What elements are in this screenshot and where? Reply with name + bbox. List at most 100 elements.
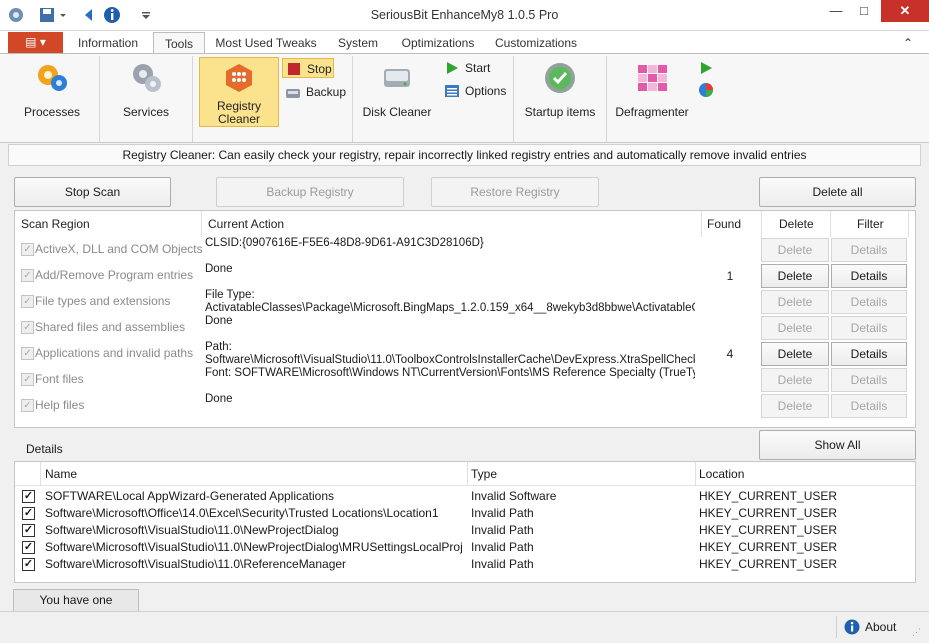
- header-location[interactable]: Location: [699, 462, 744, 486]
- options-label: Options: [465, 84, 507, 98]
- collapse-ribbon-icon[interactable]: ⌃: [898, 35, 918, 53]
- customize-icon[interactable]: [140, 6, 152, 24]
- row-delete-button[interactable]: Delete: [761, 316, 829, 340]
- defrag-start-icon[interactable]: [698, 60, 714, 76]
- resize-grip-icon[interactable]: ⋰: [912, 626, 924, 638]
- info-icon[interactable]: [103, 6, 121, 24]
- details-row[interactable]: ✓ SOFTWARE\Local AppWizard-Generated Appl…: [15, 488, 915, 505]
- details-row-name: Software\Microsoft\Office\14.0\Excel\Sec…: [45, 506, 439, 520]
- file-menu-button[interactable]: ▤ ▾: [8, 32, 63, 53]
- row-details-button[interactable]: Details: [831, 264, 907, 288]
- scan-region-checkbox[interactable]: ✓: [21, 399, 34, 412]
- details-row[interactable]: ✓ Software\Microsoft\VisualStudio\11.0\Ne…: [15, 539, 915, 556]
- tab-most-used-tweaks[interactable]: Most Used Tweaks: [212, 35, 320, 53]
- scan-region-checkbox[interactable]: ✓: [21, 347, 34, 360]
- details-row-checkbox[interactable]: ✓: [22, 490, 35, 503]
- details-row-name: Software\Microsoft\VisualStudio\11.0\New…: [45, 523, 339, 537]
- defrag-analyze-icon[interactable]: [698, 82, 714, 98]
- back-icon[interactable]: [80, 6, 98, 24]
- row-details-button[interactable]: Details: [831, 290, 907, 314]
- row-delete-button[interactable]: Delete: [761, 264, 829, 288]
- row-delete-button[interactable]: Delete: [761, 368, 829, 392]
- tab-tools[interactable]: Tools: [153, 32, 205, 54]
- options-button[interactable]: Options: [441, 81, 507, 101]
- details-row-checkbox[interactable]: ✓: [22, 524, 35, 537]
- services-button[interactable]: Services: [104, 58, 188, 140]
- defragmenter-button[interactable]: Defragmenter: [612, 58, 692, 140]
- stop-scan-button[interactable]: Stop Scan: [14, 177, 171, 207]
- scan-region-name: Help files: [35, 398, 85, 412]
- details-row-checkbox[interactable]: ✓: [22, 541, 35, 554]
- show-all-button[interactable]: Show All: [759, 430, 916, 460]
- header-name[interactable]: Name: [45, 462, 77, 486]
- row-details-button[interactable]: Details: [831, 238, 907, 262]
- scan-region-checkbox[interactable]: ✓: [21, 321, 34, 334]
- details-row-type: Invalid Path: [471, 506, 534, 520]
- dropdown-icon[interactable]: [58, 6, 68, 24]
- current-action-text: Done: [205, 393, 233, 405]
- current-action-detail: Software\Microsoft\VisualStudio\11.0\Too…: [205, 354, 695, 366]
- tab-optimizations[interactable]: Optimizations: [396, 35, 480, 53]
- row-delete-button[interactable]: Delete: [761, 290, 829, 314]
- details-row-checkbox[interactable]: ✓: [22, 558, 35, 571]
- column-divider: [695, 462, 696, 486]
- header-type[interactable]: Type: [471, 462, 497, 486]
- about-button[interactable]: About: [844, 616, 904, 638]
- delete-all-button[interactable]: Delete all: [759, 177, 916, 207]
- processes-label: Processes: [23, 105, 81, 119]
- details-row-type: Invalid Path: [471, 523, 534, 537]
- save-icon[interactable]: [38, 6, 56, 24]
- stop-button[interactable]: Stop: [282, 58, 334, 78]
- close-button[interactable]: ✕: [881, 0, 929, 22]
- scan-region-checkbox[interactable]: ✓: [21, 295, 34, 308]
- details-row-checkbox[interactable]: ✓: [22, 507, 35, 520]
- current-action-text: Done: [205, 315, 233, 327]
- scan-region-name: File types and extensions: [35, 294, 171, 308]
- row-details-button[interactable]: Details: [831, 368, 907, 392]
- disk-cleaner-icon: [384, 69, 410, 87]
- details-row[interactable]: ✓ Software\Microsoft\VisualStudio\11.0\Re…: [15, 556, 915, 573]
- startup-items-button[interactable]: Startup items: [518, 58, 602, 140]
- current-action-text: Font: SOFTWARE\Microsoft\Windows NT\Curr…: [205, 367, 695, 379]
- tab-information[interactable]: Information: [70, 35, 146, 53]
- backup-registry-button[interactable]: Backup Registry: [216, 177, 404, 207]
- description-bar: Registry Cleaner: Can easily check your …: [8, 144, 921, 166]
- column-divider: [830, 211, 831, 237]
- tab-system[interactable]: System: [330, 35, 386, 53]
- row-details-button[interactable]: Details: [831, 342, 907, 366]
- maximize-button[interactable]: □: [850, 0, 878, 22]
- column-divider: [40, 462, 41, 486]
- registry-cleaner-button[interactable]: Registry Cleaner: [199, 57, 279, 127]
- start-button[interactable]: Start: [441, 58, 493, 78]
- scan-region-name: ActiveX, DLL and COM Objects: [35, 242, 203, 256]
- services-label: Services: [122, 105, 169, 119]
- scan-region-checkbox[interactable]: ✓: [21, 243, 34, 256]
- scan-row: ✓ File types and extensions File Type: Acti…: [15, 289, 915, 315]
- ribbon-separator: [513, 56, 514, 142]
- row-details-button[interactable]: Details: [831, 394, 907, 418]
- details-row-name: SOFTWARE\Local AppWizard-Generated Appli…: [45, 489, 335, 503]
- processes-icon: [38, 65, 67, 91]
- details-row[interactable]: ✓ Software\Microsoft\VisualStudio\11.0\Ne…: [15, 522, 915, 539]
- minimize-button[interactable]: —: [822, 0, 850, 22]
- scan-region-checkbox[interactable]: ✓: [21, 373, 34, 386]
- details-row[interactable]: ✓ Software\Microsoft\Office\14.0\Excel\Se…: [15, 505, 915, 522]
- disk-cleaner-button[interactable]: Disk Cleaner: [358, 58, 436, 140]
- row-delete-button[interactable]: Delete: [761, 238, 829, 262]
- tab-customizations[interactable]: Customizations: [490, 35, 582, 53]
- processes-button[interactable]: Processes: [10, 58, 94, 140]
- row-details-button[interactable]: Details: [831, 316, 907, 340]
- current-action-text: CLSID:{0907616E-F5E6-48D8-9D61-A91C3D281…: [205, 237, 484, 249]
- disk-cleaner-label: Disk Cleaner: [362, 105, 432, 119]
- row-delete-button[interactable]: Delete: [761, 342, 829, 366]
- scan-region-checkbox[interactable]: ✓: [21, 269, 34, 282]
- current-action-text: File Type:: [205, 289, 255, 301]
- details-row-location: HKEY_CURRENT_USER: [699, 489, 838, 503]
- scan-region-name: Applications and invalid paths: [35, 346, 194, 360]
- app-icon[interactable]: [7, 6, 25, 24]
- message-tab[interactable]: You have one message: [13, 589, 139, 628]
- info-icon: [844, 619, 860, 635]
- row-delete-button[interactable]: Delete: [761, 394, 829, 418]
- restore-registry-button[interactable]: Restore Registry: [431, 177, 599, 207]
- backup-button[interactable]: Backup: [282, 82, 346, 102]
